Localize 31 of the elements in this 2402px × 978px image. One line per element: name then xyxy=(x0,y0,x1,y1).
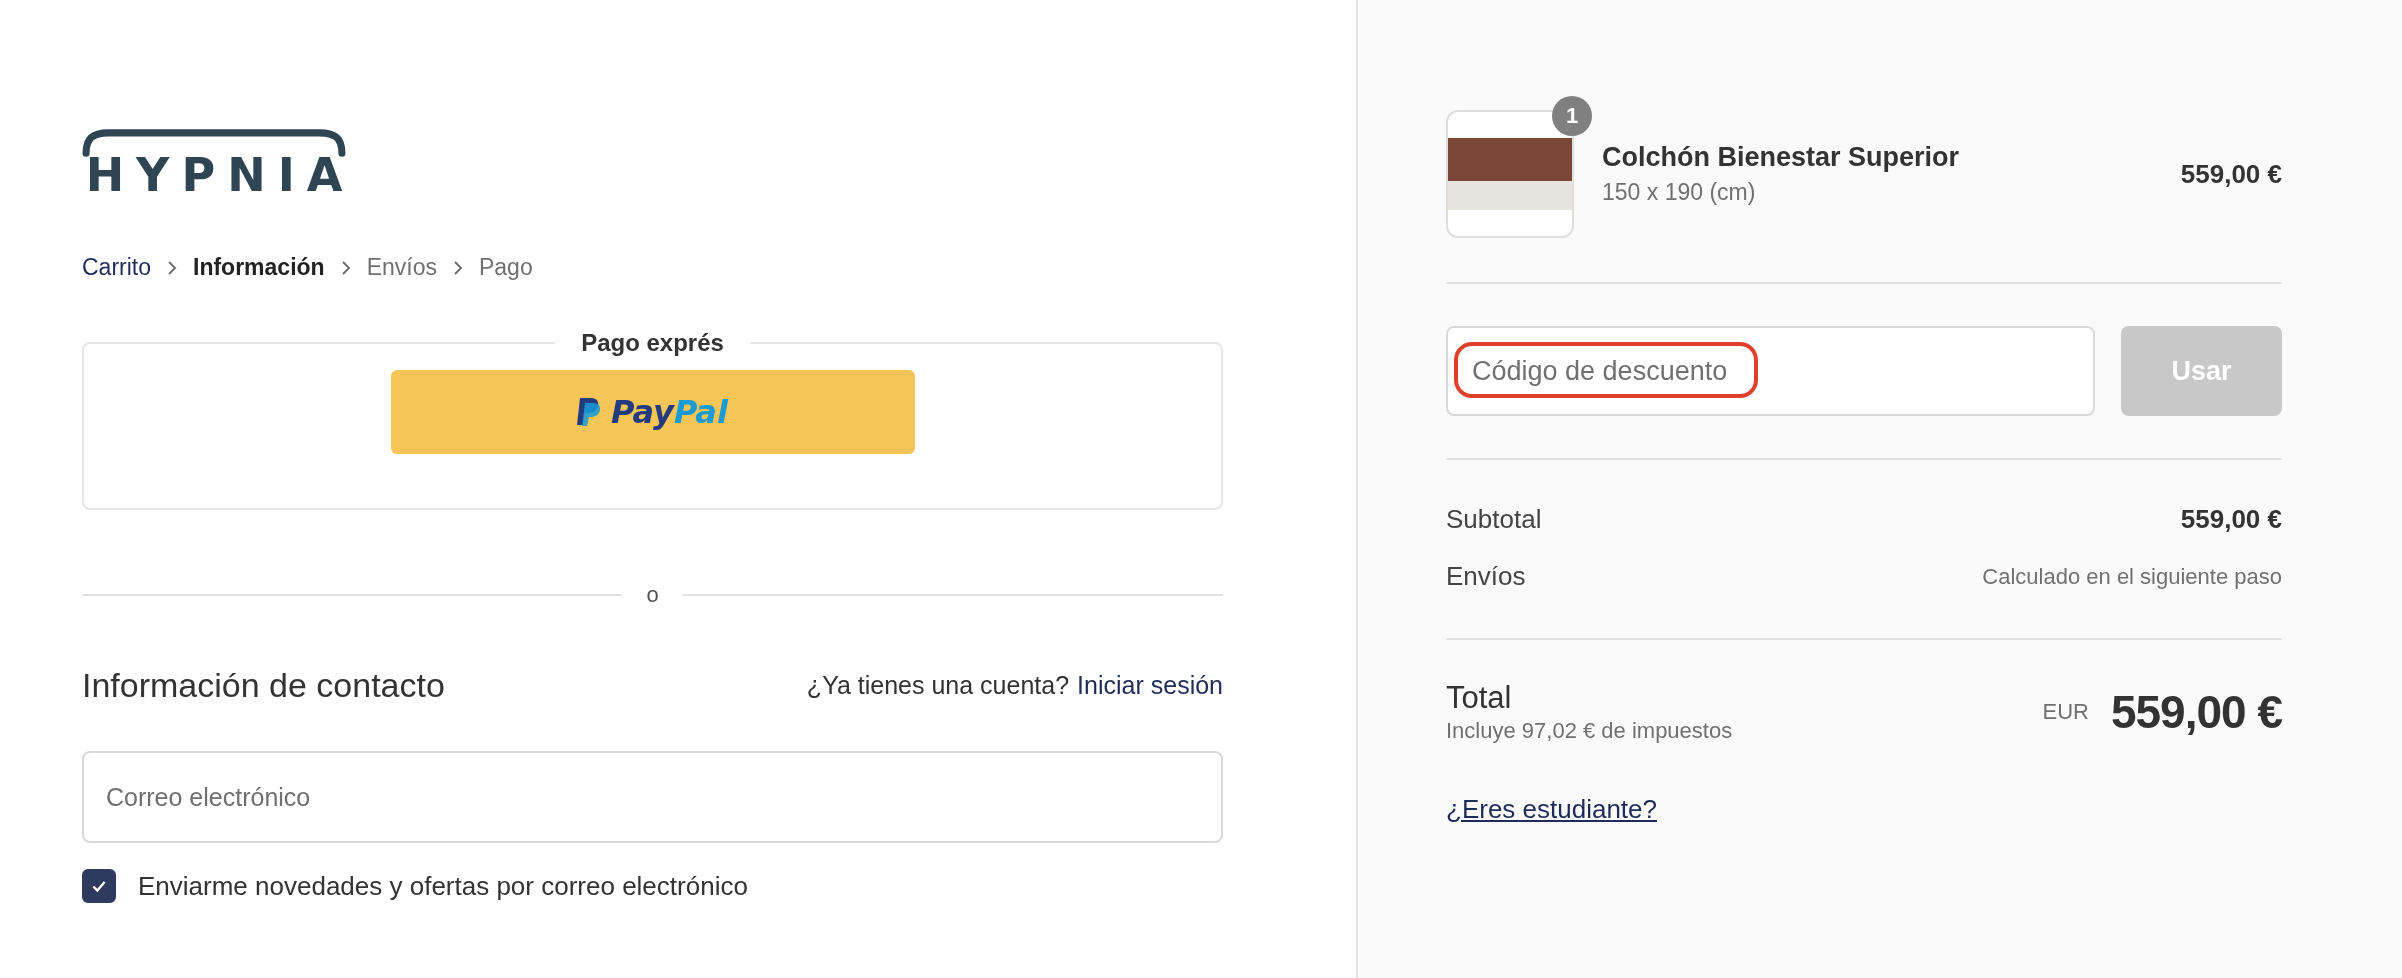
breadcrumb-step: Pago xyxy=(478,254,533,281)
product-name: Colchón Bienestar Superior xyxy=(1602,142,1961,173)
breadcrumb-step[interactable]: Carrito xyxy=(82,254,151,281)
paypal-logo-icon xyxy=(577,397,602,427)
separator-label: o xyxy=(645,582,660,608)
chevron-right-icon xyxy=(340,259,351,276)
summary-label: Subtotal xyxy=(1446,504,1542,535)
checkbox-label: Enviarme novedades y ofertas por correo electrónico xyxy=(138,870,748,902)
total-label: Total xyxy=(1446,680,1513,716)
total-amount: 559,00 € xyxy=(2110,685,2282,739)
account-prompt: ¿Ya tienes una cuenta? xyxy=(806,671,1070,700)
checkbox[interactable] xyxy=(82,869,116,903)
quantity-badge: 1 xyxy=(1552,96,1592,136)
product-variant: 150 x 190 (cm) xyxy=(1602,179,1757,206)
logo[interactable]: HYPNIA xyxy=(82,128,346,198)
student-link[interactable]: ¿Eres estudiante? xyxy=(1446,794,1657,825)
product-price: 559,00 € xyxy=(2180,158,2282,190)
chevron-right-icon xyxy=(167,259,177,276)
tax-note: Incluye 97,02 € de impuestos xyxy=(1446,718,1733,744)
section-title: Información de contacto xyxy=(82,666,445,705)
summary-value: 559,00 € xyxy=(2180,504,2282,535)
paypal-button[interactable]: PayPal xyxy=(390,370,915,454)
breadcrumb-step: Información xyxy=(193,254,325,281)
discount-code-field[interactable]: Código de descuento xyxy=(1446,326,2095,416)
breadcrumb-step: Envíos xyxy=(366,254,437,281)
summary-label: Envíos xyxy=(1446,561,1526,592)
chevron-right-icon xyxy=(452,259,463,276)
summary-value: Calculado en el siguiente paso xyxy=(1982,563,2282,590)
email-field[interactable]: Correo electrónico xyxy=(82,751,1223,843)
login-link[interactable]: Iniciar sesión xyxy=(1077,671,1223,700)
currency-code: EUR xyxy=(2042,699,2089,725)
